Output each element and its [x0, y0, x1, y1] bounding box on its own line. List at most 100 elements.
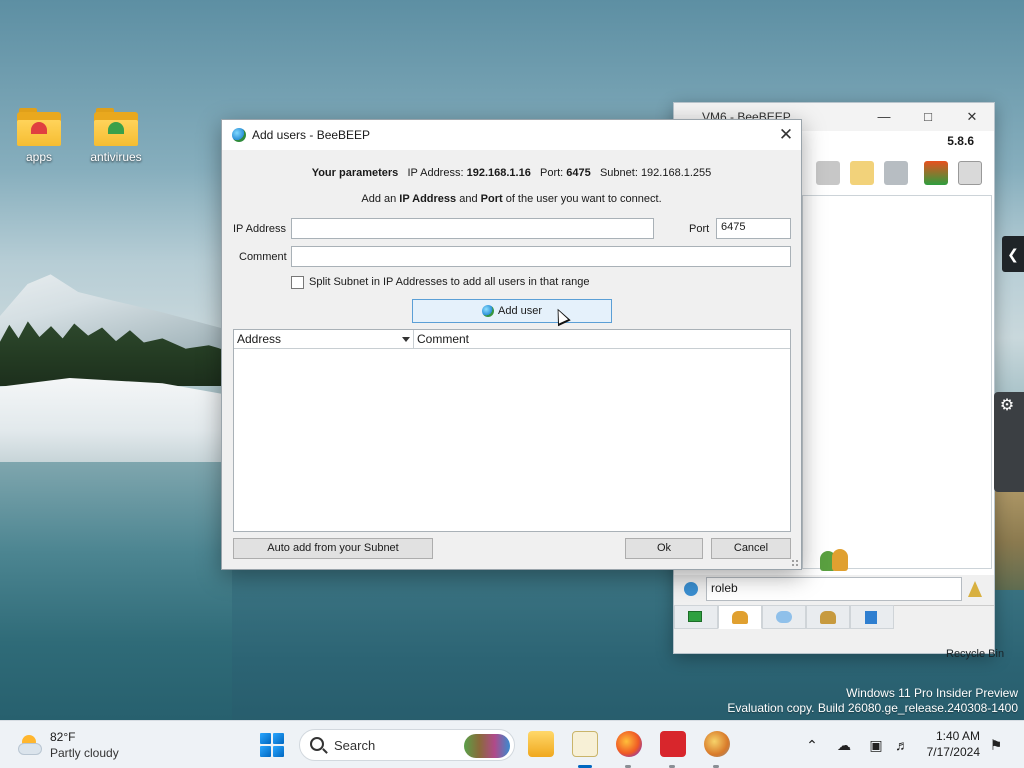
windows-logo-icon	[260, 733, 271, 744]
port-input[interactable]: 6475	[716, 218, 791, 239]
weather-temperature[interactable]: 82°F	[50, 730, 75, 744]
users-table[interactable]: Address Comment	[233, 329, 791, 532]
params-ip-value: 192.168.1.16	[466, 167, 531, 179]
hint-post: of the user you want to connect.	[505, 193, 662, 205]
ok-button[interactable]: Ok	[625, 538, 703, 559]
clear-broom-icon[interactable]	[968, 581, 982, 597]
main-toolbar	[802, 155, 992, 191]
minimize-button[interactable]: —	[862, 103, 906, 131]
tools-icon[interactable]	[884, 161, 908, 185]
column-address-label: Address	[237, 332, 282, 346]
avira-icon[interactable]	[660, 731, 686, 757]
firefox-icon[interactable]	[616, 731, 642, 757]
tab-users[interactable]	[718, 605, 762, 629]
app-globe-icon[interactable]	[704, 731, 730, 757]
split-subnet-checkbox[interactable]	[291, 276, 304, 289]
resize-grip-icon[interactable]	[791, 559, 799, 567]
params-subnet-label: Subnet:	[599, 167, 638, 179]
snowfield-scenery	[0, 378, 232, 466]
auto-add-subnet-button[interactable]: Auto add from your Subnet	[233, 538, 433, 559]
start-button[interactable]	[260, 733, 284, 757]
network-icon[interactable]: ▣	[868, 737, 884, 753]
computer-icon	[688, 611, 702, 622]
close-button[interactable]: ✕	[950, 103, 994, 131]
comment-label: Comment	[239, 251, 287, 263]
clock-date[interactable]: 7/17/2024	[916, 745, 980, 759]
update-icon[interactable]	[924, 161, 948, 185]
desktop-icon-antivirues[interactable]: antivirues	[86, 108, 146, 164]
cloud-offline-icon[interactable]: ☁	[836, 737, 852, 753]
notification-bell-icon[interactable]: ⚑	[988, 737, 1004, 753]
sort-down-icon	[402, 337, 410, 342]
gear-icon[interactable]: ⚙	[997, 396, 1017, 416]
weather-description[interactable]: Partly cloudy	[50, 746, 119, 760]
weather-icon[interactable]	[16, 733, 44, 757]
split-subnet-label: Split Subnet in IP Addresses to add all …	[309, 276, 590, 288]
watermark-line1: Windows 11 Pro Insider Preview	[846, 686, 1018, 700]
taskbar-search-placeholder: Search	[334, 738, 376, 753]
instruction-text: Add an IP Address and Port of the user y…	[222, 193, 801, 205]
file-explorer-icon[interactable]	[528, 731, 554, 757]
beebeep-taskbar-icon[interactable]	[572, 731, 598, 757]
ip-address-label: IP Address	[233, 223, 286, 235]
windows-watermark: Windows 11 Pro Insider Preview Evaluatio…	[727, 686, 1018, 716]
tab-chat[interactable]	[762, 605, 806, 629]
user-search-input[interactable]: roleb	[706, 577, 962, 601]
column-comment-label: Comment	[417, 332, 470, 346]
bucket-icon[interactable]	[958, 161, 982, 185]
tab-groups[interactable]	[806, 605, 850, 629]
beebeep-logo-icon	[232, 128, 246, 142]
tab-computer[interactable]	[674, 605, 718, 629]
params-label: Your parameters	[311, 167, 399, 179]
cancel-button[interactable]: Cancel	[711, 538, 791, 559]
watermark-line2: Evaluation copy. Build 26080.ge_release.…	[727, 701, 1018, 715]
maximize-button[interactable]: □	[906, 103, 950, 131]
volume-muted-icon[interactable]: ♬	[894, 737, 910, 753]
ip-address-input[interactable]	[291, 218, 654, 239]
clock-time[interactable]: 1:40 AM	[916, 729, 980, 743]
globe-icon	[481, 305, 494, 317]
column-header-address[interactable]: Address	[234, 330, 414, 349]
hint-and: and	[459, 193, 478, 205]
taskbar: 82°F Partly cloudy Search ⌃ ☁ ▣ ♬ 1:40 A…	[0, 720, 1024, 768]
add-users-dialog: Add users - BeeBEEP ✕ Your parameters IP…	[221, 119, 802, 570]
column-header-comment[interactable]: Comment	[414, 330, 792, 349]
edit-note-icon[interactable]	[850, 161, 874, 185]
params-subnet-value: 192.168.1.255	[640, 167, 712, 179]
dialog-close-button[interactable]: ✕	[771, 120, 801, 150]
hint-ip: IP Address	[399, 193, 457, 205]
params-port-value: 6475	[566, 167, 591, 179]
version-label: 5.8.6	[947, 134, 974, 148]
chevron-up-icon[interactable]: ⌃	[804, 737, 820, 753]
add-user-button[interactable]: Add user	[412, 299, 612, 323]
recycle-bin-label[interactable]: Recycle Bin	[946, 648, 1004, 660]
lake-scenery	[0, 462, 232, 720]
users-icon	[732, 611, 748, 624]
folder-icon[interactable]	[816, 161, 840, 185]
tab-share[interactable]	[850, 605, 894, 629]
taskbar-search[interactable]: Search	[299, 729, 515, 761]
side-panel-toggle[interactable]: ❮	[1002, 236, 1024, 272]
params-port-label: Port:	[540, 167, 564, 179]
search-icon	[310, 737, 324, 751]
folder-icon	[94, 108, 138, 146]
params-ip-label: IP Address:	[407, 167, 464, 179]
dialog-title-bar: Add users - BeeBEEP ✕	[222, 120, 801, 150]
desktop-icon-apps[interactable]: apps	[9, 108, 69, 164]
main-content-area	[802, 195, 992, 569]
desktop-icon-label: antivirues	[90, 150, 142, 164]
hint-pre: Add an	[361, 193, 397, 205]
chat-icon	[776, 611, 792, 623]
dialog-title: Add users - BeeBEEP	[252, 128, 371, 142]
comment-input[interactable]	[291, 246, 791, 267]
your-parameters: Your parameters IP Address: 192.168.1.16…	[222, 167, 801, 179]
desktop-icon-label: apps	[25, 150, 53, 164]
share-icon	[865, 611, 877, 624]
port-label: Port	[689, 223, 710, 235]
folder-icon	[17, 108, 61, 146]
search-highlight-art	[464, 734, 510, 758]
table-header: Address Comment	[234, 330, 790, 349]
users-icon	[820, 547, 852, 573]
hint-port: Port	[480, 193, 503, 205]
groups-icon	[820, 611, 836, 624]
